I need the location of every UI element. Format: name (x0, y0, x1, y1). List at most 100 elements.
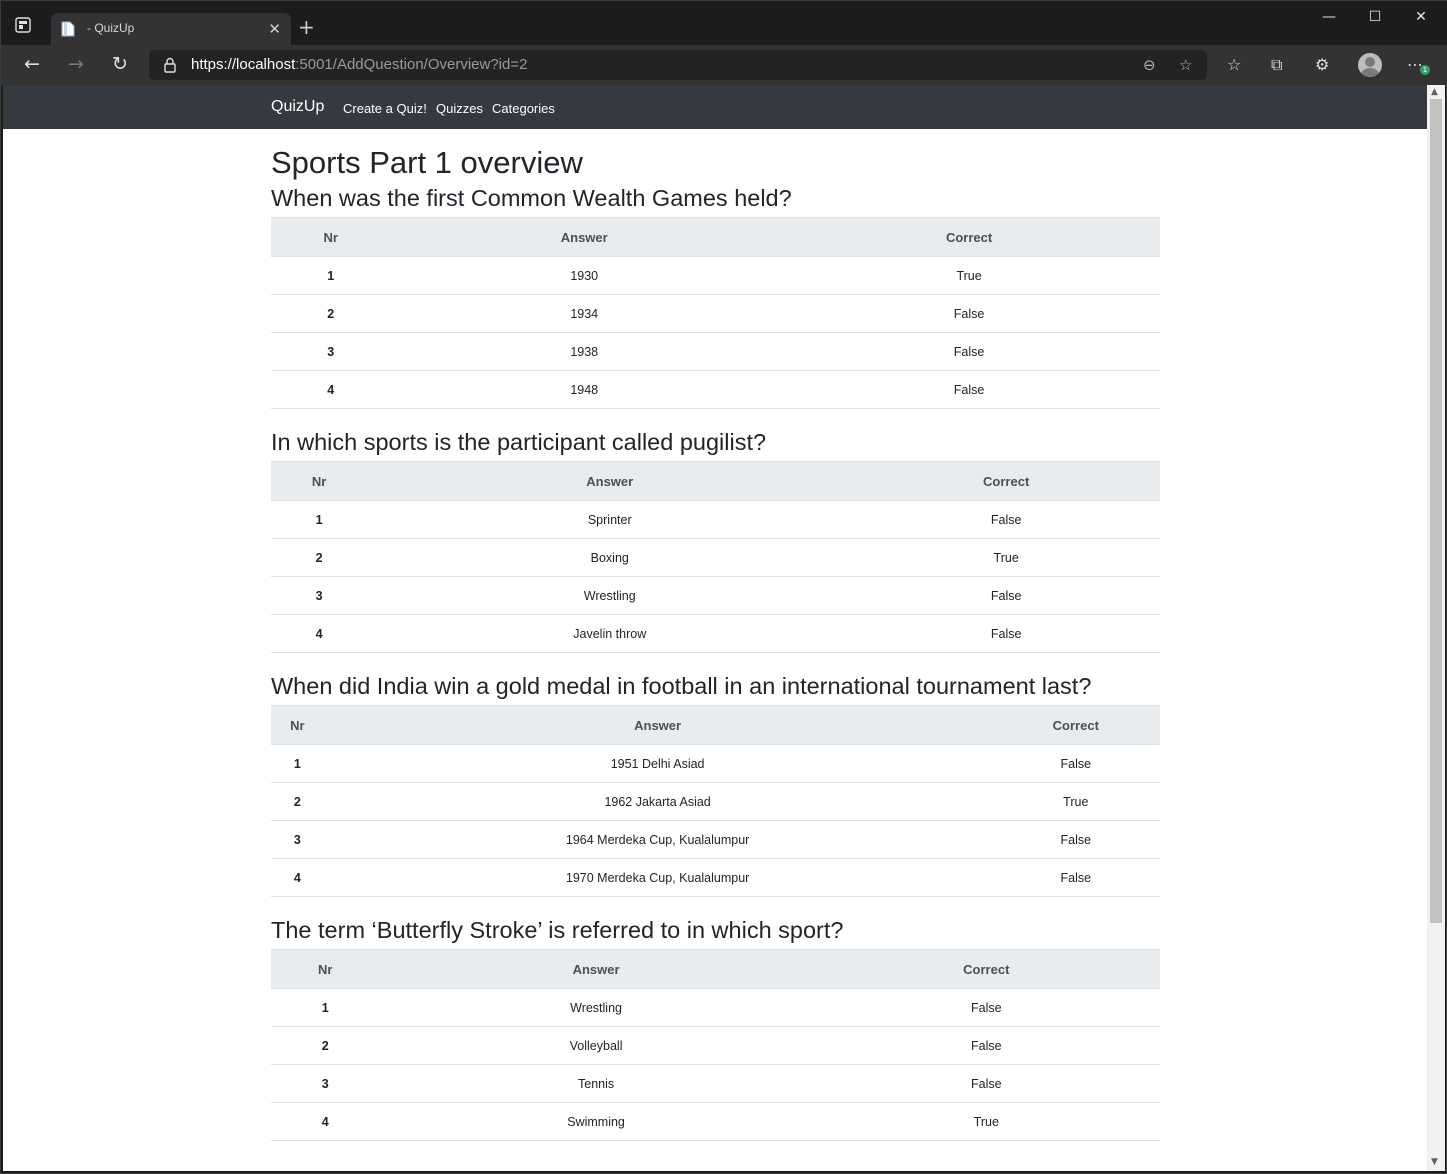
table-row: 2 Volleyball False (271, 1026, 1160, 1065)
cell-answer: 1934 (390, 294, 779, 333)
cell-answer: Volleyball (379, 1026, 813, 1065)
cell-correct: True (778, 256, 1160, 295)
column-header-answer: Answer (390, 217, 779, 257)
url-text[interactable]: https://localhost:5001/AddQuestion/Overv… (191, 56, 527, 73)
column-header-nr: Nr (271, 705, 324, 745)
column-header-correct: Correct (778, 217, 1160, 257)
table-header-row: Nr Answer Correct (271, 949, 1160, 989)
main-content: Sports Part 1 overview When was the firs… (271, 143, 1160, 1159)
cell-nr: 4 (271, 614, 368, 653)
cell-correct: True (812, 1102, 1160, 1141)
title-bar: - QuizUp ✕ + — ☐ ✕ (1, 1, 1447, 46)
table-row: 1 Wrestling False (271, 988, 1160, 1027)
cell-answer: 1938 (390, 332, 779, 371)
browser-tab[interactable]: - QuizUp ✕ (51, 13, 291, 46)
table-header-row: Nr Answer Correct (271, 705, 1160, 745)
extensions-icon[interactable]: ⚙ (1315, 55, 1329, 74)
cell-correct: False (812, 988, 1160, 1027)
refresh-icon[interactable]: ↻ (107, 53, 133, 77)
cell-answer: 1962 Jakarta Asiad (323, 782, 992, 821)
table-row: 4 Javelin throw False (271, 614, 1160, 653)
answers-table: Nr Answer Correct 1 1951 Delhi Asiad False 2 19… (271, 705, 1160, 897)
table-row: 3 Wrestling False (271, 576, 1160, 615)
cell-nr: 2 (271, 538, 368, 577)
cell-nr: 1 (271, 744, 324, 783)
navbar-brand[interactable]: QuizUp (271, 98, 324, 116)
cell-correct: False (778, 294, 1160, 333)
answers-table: Nr Answer Correct 1 Sprinter False 2 Boxing True… (271, 461, 1160, 653)
close-tab-icon[interactable]: ✕ (268, 20, 281, 38)
minimize-icon[interactable]: — (1306, 9, 1352, 25)
cell-answer: 1930 (390, 256, 779, 295)
cell-correct: False (778, 370, 1160, 409)
forward-icon[interactable]: → (63, 53, 89, 77)
table-header-row: Nr Answer Correct (271, 217, 1160, 257)
column-header-answer: Answer (379, 949, 813, 989)
scroll-down-icon[interactable]: ▼ (1431, 1157, 1438, 1167)
page-title: Sports Part 1 overview (271, 145, 583, 180)
table-row: 2 1962 Jakarta Asiad True (271, 782, 1160, 821)
column-header-nr: Nr (271, 217, 391, 257)
cell-correct: False (812, 1026, 1160, 1065)
table-row: 1 1930 True (271, 256, 1160, 295)
cell-correct: False (852, 614, 1160, 653)
table-header-row: Nr Answer Correct (271, 461, 1160, 501)
cell-correct: True (852, 538, 1160, 577)
column-header-answer: Answer (323, 705, 992, 745)
scroll-up-icon[interactable]: ▲ (1431, 87, 1438, 97)
collections-icon[interactable]: ⧉ (1271, 55, 1282, 75)
cell-correct: True (991, 782, 1160, 821)
cell-answer: 1964 Merdeka Cup, Kualalumpur (323, 820, 992, 859)
nav-link-quizzes[interactable]: Quizzes (436, 101, 483, 116)
table-row: 3 1964 Merdeka Cup, Kualalumpur False (271, 820, 1160, 859)
question-heading: In which sports is the participant calle… (271, 429, 767, 455)
cell-nr: 2 (271, 294, 391, 333)
table-row: 4 Swimming True (271, 1102, 1160, 1141)
cell-answer: 1948 (390, 370, 779, 409)
table-row: 2 Boxing True (271, 538, 1160, 577)
cell-answer: Wrestling (379, 988, 813, 1027)
cell-nr: 3 (271, 576, 368, 615)
tab-title: - QuizUp (87, 21, 135, 35)
nav-link-create-quiz[interactable]: Create a Quiz! (343, 101, 427, 116)
column-header-answer: Answer (367, 461, 853, 501)
add-favorite-icon[interactable]: ☆ (1179, 56, 1192, 74)
cell-correct: False (991, 858, 1160, 897)
cell-answer: Tennis (379, 1064, 813, 1103)
tab-actions-icon[interactable] (13, 15, 35, 37)
cell-nr: 1 (271, 256, 391, 295)
answers-table: Nr Answer Correct 1 1930 True 2 1934 False 3 1938 F… (271, 217, 1160, 409)
question-heading: When was the first Common Wealth Games h… (271, 185, 792, 211)
cell-correct: False (778, 332, 1160, 371)
profile-avatar[interactable] (1358, 53, 1382, 77)
column-header-correct: Correct (852, 461, 1160, 501)
close-window-icon[interactable]: ✕ (1398, 9, 1444, 25)
cell-nr: 3 (271, 1064, 380, 1103)
question-heading: The term ‘Butterfly Stroke’ is referred … (271, 917, 844, 943)
lock-icon[interactable] (163, 57, 177, 73)
notification-badge: 1 (1420, 65, 1430, 75)
cell-correct: False (991, 744, 1160, 783)
cell-nr: 4 (271, 858, 324, 897)
table-row: 3 Tennis False (271, 1064, 1160, 1103)
cell-correct: False (852, 576, 1160, 615)
table-row: 2 1934 False (271, 294, 1160, 333)
cell-answer: 1951 Delhi Asiad (323, 744, 992, 783)
table-row: 4 1948 False (271, 370, 1160, 409)
cell-nr: 4 (271, 1102, 380, 1141)
cell-answer: Wrestling (367, 576, 853, 615)
cell-nr: 2 (271, 1026, 380, 1065)
maximize-icon[interactable]: ☐ (1352, 9, 1398, 25)
cell-nr: 1 (271, 988, 380, 1027)
question-list: When was the first Common Wealth Games h… (271, 183, 1160, 1141)
new-tab-icon[interactable]: + (298, 15, 315, 39)
table-row: 3 1938 False (271, 332, 1160, 371)
vertical-scrollbar[interactable]: ▲ ▼ (1427, 85, 1445, 1171)
zoom-out-icon[interactable]: ⊖ (1143, 56, 1156, 74)
back-icon[interactable]: ← (19, 53, 45, 77)
browser-toolbar: ← → ↻ https://localhost:5001/AddQuestion… (1, 45, 1447, 85)
favorites-icon[interactable]: ☆ (1227, 55, 1241, 74)
address-bar[interactable]: https://localhost:5001/AddQuestion/Overv… (149, 50, 1207, 80)
nav-link-categories[interactable]: Categories (492, 101, 555, 116)
scrollbar-thumb[interactable] (1430, 99, 1442, 923)
